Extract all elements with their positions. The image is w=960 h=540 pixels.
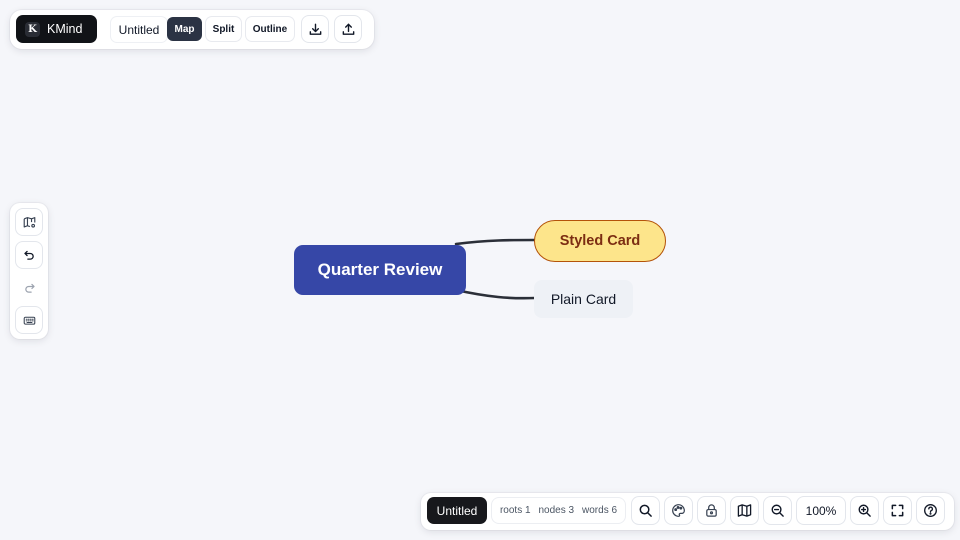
zoom-in-button[interactable]	[851, 497, 878, 524]
root-node-label: Quarter Review	[317, 260, 443, 279]
map-settings-icon	[23, 216, 35, 228]
search-icon	[639, 504, 652, 517]
zoom-in-icon	[858, 504, 871, 517]
help-button[interactable]	[917, 497, 944, 524]
bottom-status-bar: Untitled roots 1 nodes 3 words 6 100%	[421, 493, 954, 530]
redo-icon	[24, 283, 35, 293]
upload-icon	[342, 23, 354, 35]
keyboard-icon	[23, 316, 35, 325]
zoom-out-icon	[771, 504, 784, 517]
help-icon	[924, 504, 937, 517]
map-settings-button[interactable]	[16, 209, 42, 235]
view-outline-button[interactable]: Outline	[246, 17, 294, 41]
plain-card-label: Plain Card	[550, 291, 617, 307]
brand-name: KMind	[47, 22, 83, 36]
download-button[interactable]	[302, 16, 328, 42]
lock-icon	[706, 504, 717, 517]
status-document-title[interactable]: Untitled	[427, 497, 487, 524]
undo-button[interactable]	[16, 242, 42, 268]
search-button[interactable]	[632, 497, 659, 524]
keyboard-shortcuts-button[interactable]	[16, 307, 42, 333]
stat-nodes: nodes 3	[538, 505, 575, 516]
left-toolbar	[10, 203, 48, 339]
minimap-button[interactable]	[731, 497, 758, 524]
kmind-logo-icon: K	[25, 21, 40, 37]
zoom-level-display[interactable]: 100%	[797, 497, 845, 524]
fullscreen-icon	[891, 504, 904, 517]
minimap-icon	[737, 504, 752, 517]
edge-root-to-styled-card	[454, 238, 537, 246]
lock-button[interactable]	[698, 497, 725, 524]
theme-icon	[672, 504, 685, 517]
stat-words: words 6	[582, 505, 618, 516]
stat-roots: roots 1	[499, 505, 531, 516]
redo-button[interactable]	[16, 275, 42, 301]
brand-button[interactable]: K KMind	[16, 15, 97, 43]
document-stats: roots 1 nodes 3 words 6	[492, 498, 625, 523]
top-toolbar: K KMind Untitled Map Split Outline	[10, 10, 374, 49]
document-title-field[interactable]: Untitled	[111, 17, 167, 42]
upload-button[interactable]	[335, 16, 361, 42]
download-icon	[309, 23, 321, 35]
styled-card-node[interactable]: Styled Card	[534, 220, 666, 262]
theme-button[interactable]	[665, 497, 692, 524]
plain-card-node[interactable]: Plain Card	[534, 280, 633, 318]
mindmap-canvas[interactable]: Quarter Review Styled Card Plain Card	[0, 0, 960, 540]
mindmap-edges	[454, 238, 537, 300]
fullscreen-button[interactable]	[884, 497, 911, 524]
root-node[interactable]: Quarter Review	[294, 245, 466, 295]
view-split-button[interactable]: Split	[206, 17, 241, 41]
zoom-out-button[interactable]	[764, 497, 791, 524]
view-map-button[interactable]: Map	[167, 17, 202, 41]
styled-card-label: Styled Card	[559, 233, 641, 249]
edge-root-to-plain-card	[454, 288, 537, 300]
undo-icon	[23, 250, 34, 260]
